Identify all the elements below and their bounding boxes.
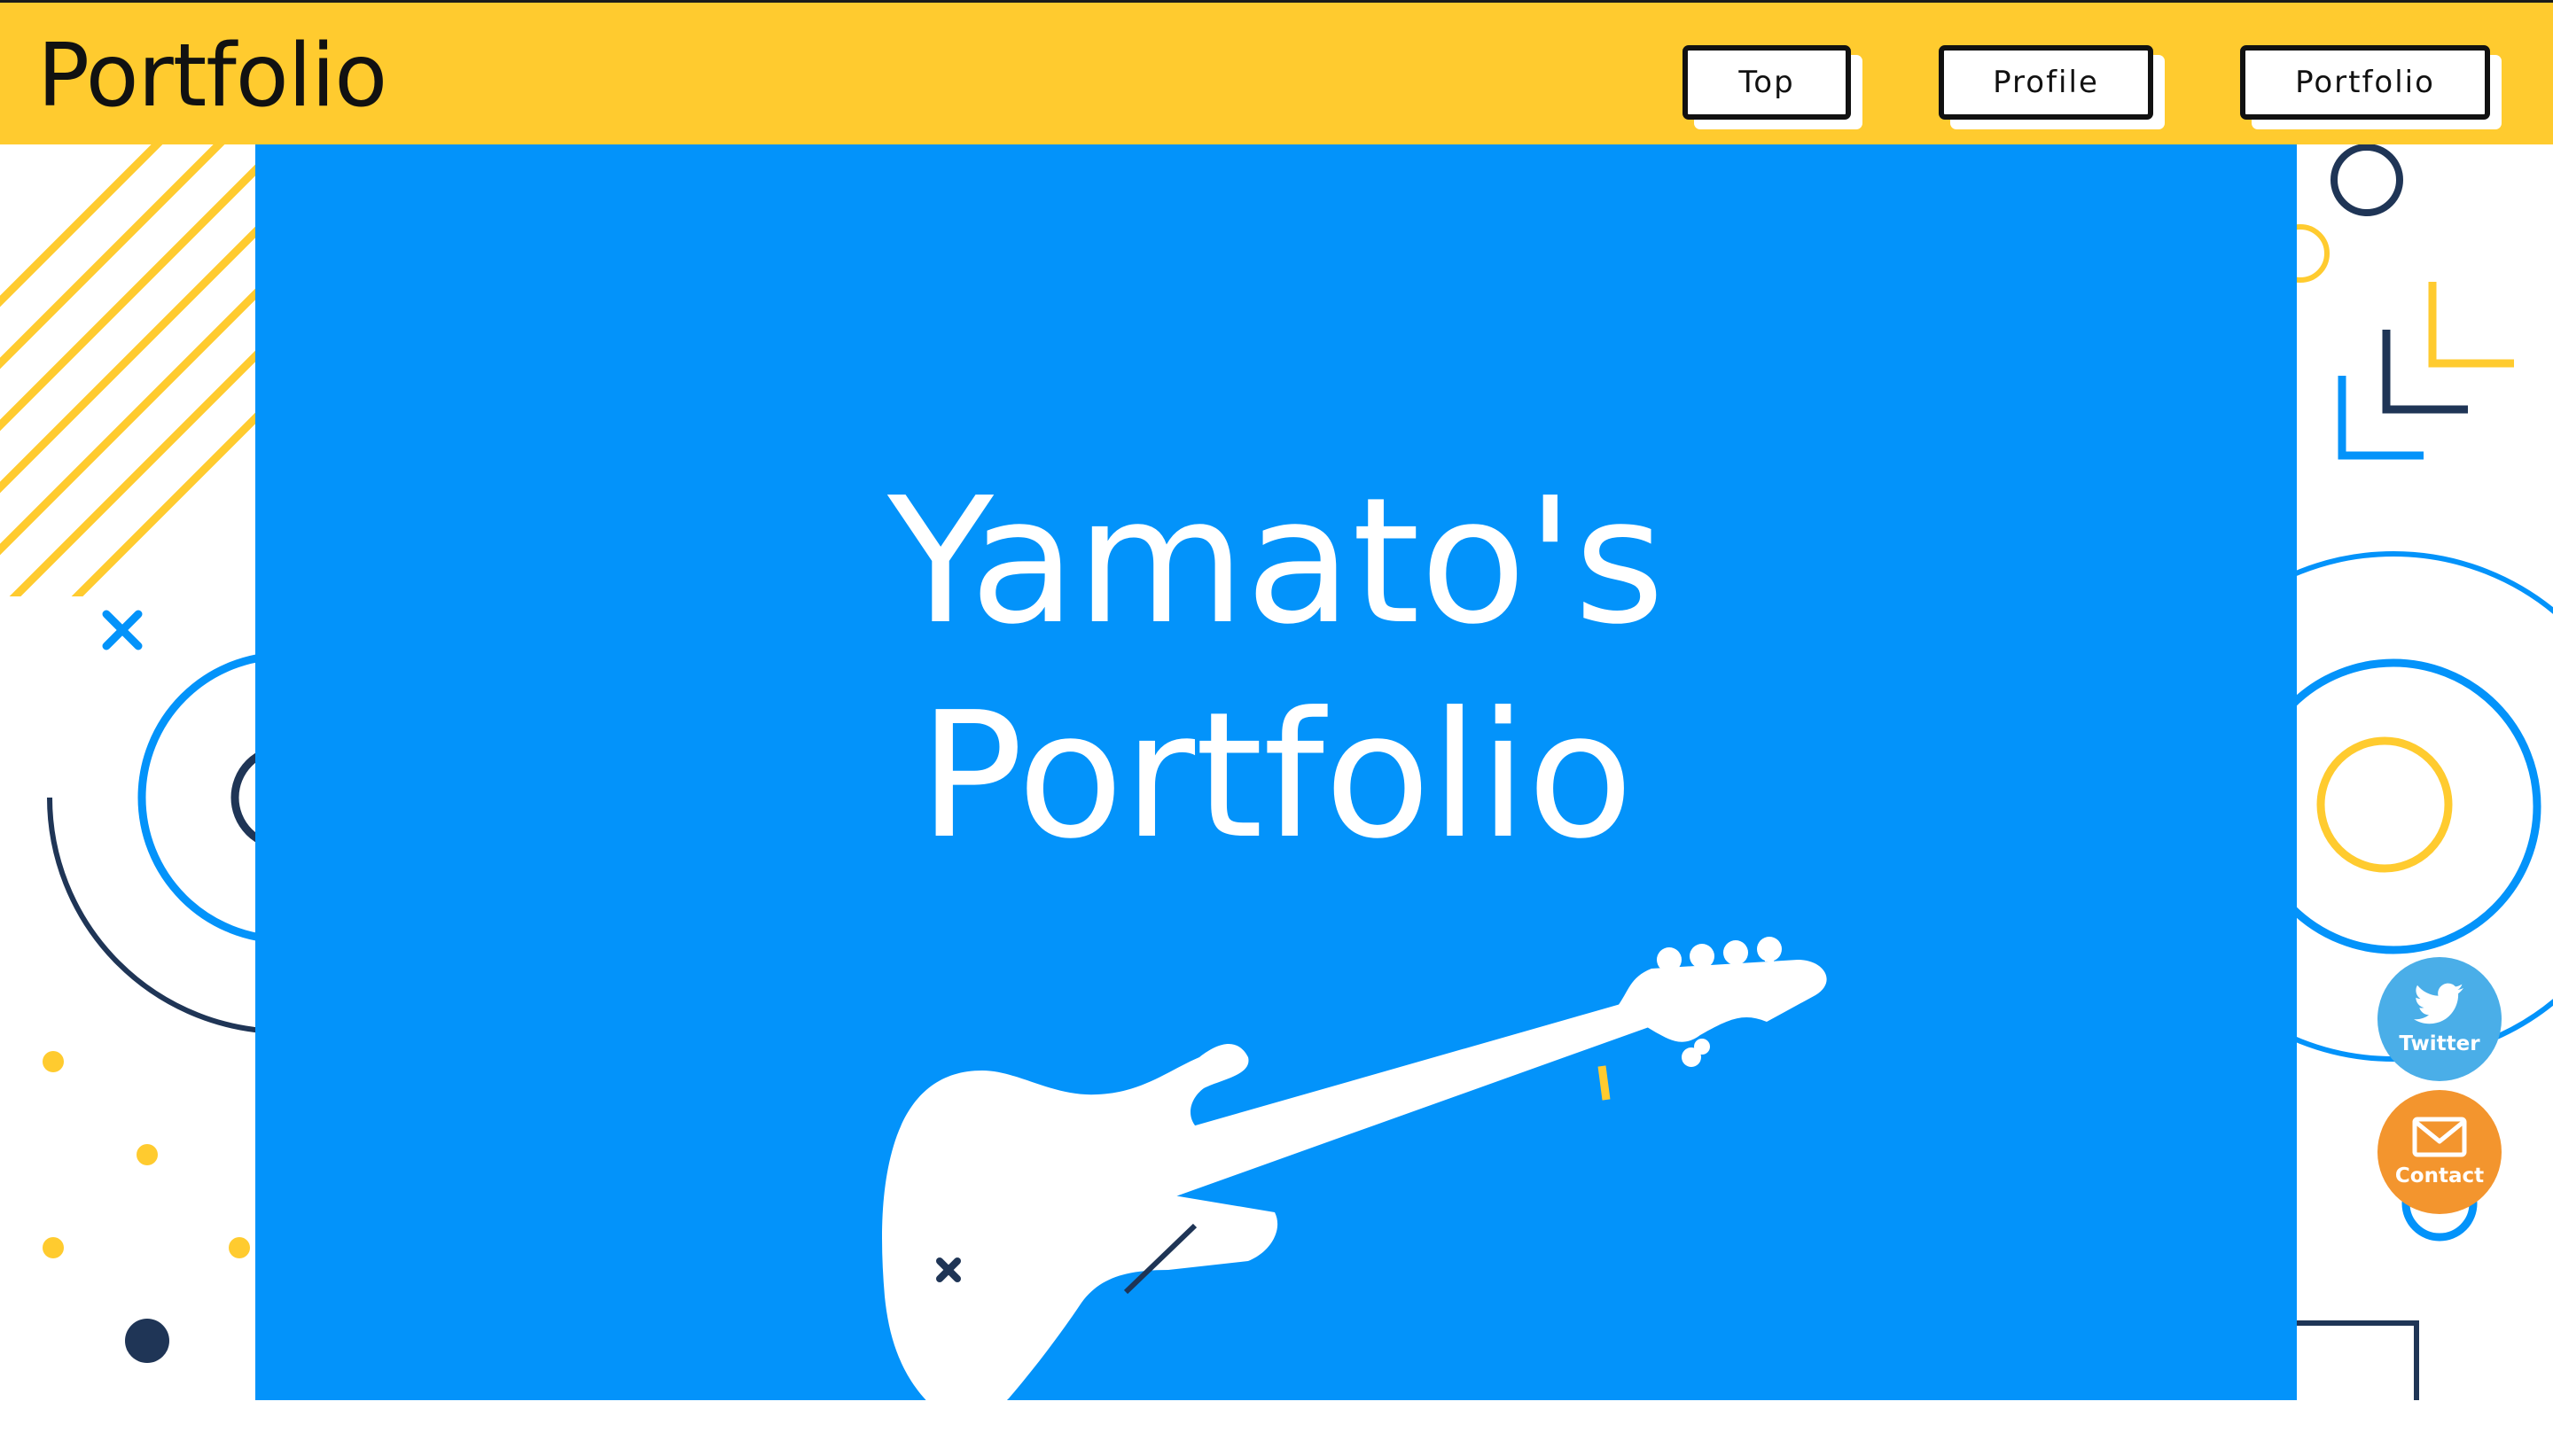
hero-title: Yamato's Portfolio [255, 455, 2297, 884]
corner-navy [2382, 330, 2468, 414]
contact-label: Contact [2394, 1164, 2485, 1187]
nav-profile-button[interactable]: Profile [1939, 45, 2153, 120]
navy-ring-top-right [2330, 144, 2403, 216]
yellow-ring-right [2316, 736, 2453, 873]
nav-top-button[interactable]: Top [1682, 45, 1851, 120]
bass-guitar-icon [882, 937, 1827, 1422]
x-mark-decoration [102, 610, 143, 650]
yellow-dots [43, 1051, 250, 1258]
contact-button[interactable]: Contact [2377, 1090, 2502, 1214]
corner-yellow [2428, 282, 2514, 368]
twitter-bird-icon [2414, 983, 2463, 1024]
navy-dot [125, 1319, 169, 1363]
site-logo[interactable]: Portfolio [37, 33, 387, 120]
hero-section: Yamato's Portfolio [255, 144, 2297, 1422]
twitter-label: Twitter [2399, 1032, 2480, 1055]
envelope-icon [2412, 1117, 2467, 1157]
twitter-button[interactable]: Twitter [2377, 957, 2502, 1081]
hero-title-line-1: Yamato's [887, 461, 1665, 663]
nav-portfolio-button[interactable]: Portfolio [2240, 45, 2490, 120]
site-header: Portfolio Top Profile Portfolio [0, 0, 2553, 144]
